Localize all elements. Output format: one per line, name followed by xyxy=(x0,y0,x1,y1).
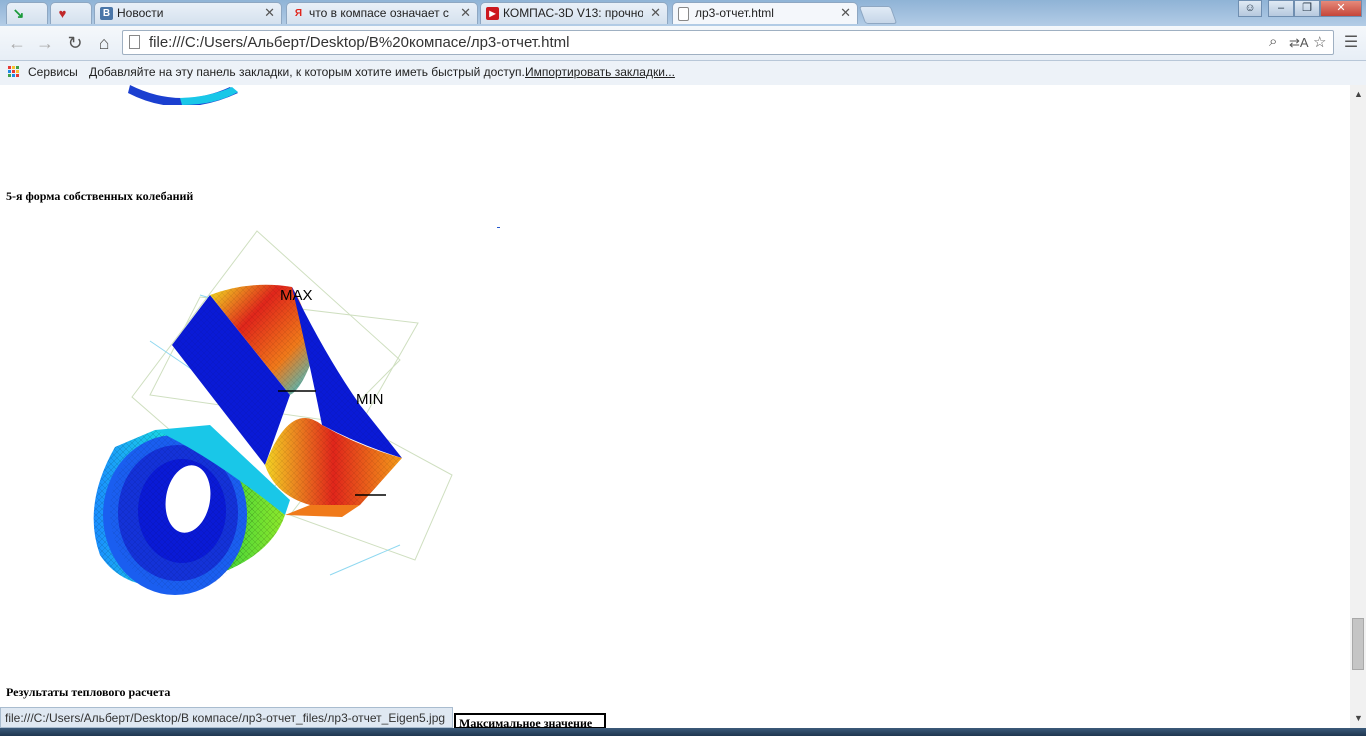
bookmarks-bar: Сервисы Добавляйте на эту панель закладк… xyxy=(0,61,1366,85)
tab-pinned-1[interactable]: ↘ xyxy=(6,2,48,24)
scroll-down-icon[interactable]: ▼ xyxy=(1354,713,1363,723)
close-icon[interactable]: ✕ xyxy=(264,5,275,21)
maximize-button[interactable]: ❐ xyxy=(1294,0,1320,17)
green-arrow-icon: ↘ xyxy=(12,5,25,21)
scroll-up-icon[interactable]: ▲ xyxy=(1354,89,1363,99)
stray-mark xyxy=(497,227,500,228)
forward-icon[interactable]: → xyxy=(34,32,56,54)
page-icon xyxy=(678,7,689,21)
previous-fem-image-fragment xyxy=(128,85,238,105)
bookmarks-hint: Добавляйте на эту панель закладки, к кот… xyxy=(89,65,525,79)
close-window-button[interactable]: ✕ xyxy=(1320,0,1362,17)
vertical-scrollbar[interactable]: ▲ ▼ xyxy=(1350,85,1366,728)
section-title-thermal: Результаты теплового расчета xyxy=(6,685,171,699)
scrollbar-thumb[interactable] xyxy=(1352,618,1364,670)
back-icon[interactable]: ← xyxy=(6,32,28,54)
os-taskbar xyxy=(0,728,1366,736)
tab-label: Новости xyxy=(117,6,164,20)
new-tab-button[interactable] xyxy=(858,6,898,24)
tab-news[interactable]: В Новости ✕ xyxy=(94,2,282,24)
tab-pinned-2[interactable]: ♥ xyxy=(50,2,92,24)
yandex-icon: Я xyxy=(294,8,303,19)
youtube-icon: ▶ xyxy=(486,7,499,20)
translate-icon[interactable]: ⇄A xyxy=(1289,35,1309,51)
menu-icon[interactable]: ☰ xyxy=(1340,32,1362,54)
min-label: MIN xyxy=(356,391,384,408)
close-icon[interactable]: ✕ xyxy=(460,5,471,21)
tab-label: КОМПАС-3D V13: прочнос xyxy=(503,6,643,20)
import-bookmarks-link[interactable]: Импортировать закладки... xyxy=(525,65,675,79)
page-icon xyxy=(129,35,140,49)
max-label: MAX xyxy=(280,287,313,304)
navigation-toolbar: ← → ↻ ⌂ file:///C:/Users/Альберт/Desktop… xyxy=(0,26,1366,61)
address-bar[interactable]: file:///C:/Users/Альберт/Desktop/В%20ком… xyxy=(122,30,1334,55)
browser-frame: ↘ ♥ В Новости ✕ Я что в компасе означает… xyxy=(0,0,1366,85)
tab-label: лр3-отчет.html xyxy=(695,6,774,20)
section-title-mode5: 5-я форма собственных колебаний xyxy=(6,189,194,203)
minimize-button[interactable]: ‒ xyxy=(1268,0,1294,17)
close-icon[interactable]: ✕ xyxy=(840,5,851,21)
fem-mode5-image[interactable] xyxy=(60,215,480,605)
tab-report[interactable]: лр3-отчет.html ✕ xyxy=(672,2,858,24)
table-header-max-value: Максимальное значение xyxy=(454,713,606,730)
page-content: 5-я форма собственных колебаний MAX MIN … xyxy=(0,85,1350,728)
url-text[interactable]: file:///C:/Users/Альберт/Desktop/В%20ком… xyxy=(149,34,570,51)
close-icon[interactable]: ✕ xyxy=(650,5,661,21)
tab-youtube[interactable]: ▶ КОМПАС-3D V13: прочнос ✕ xyxy=(480,2,668,24)
home-icon[interactable]: ⌂ xyxy=(93,32,115,54)
tab-strip: ↘ ♥ В Новости ✕ Я что в компасе означает… xyxy=(0,0,1366,26)
profile-button[interactable]: ☺ xyxy=(1238,0,1262,17)
tab-label: что в компасе означает с xyxy=(309,6,449,20)
apps-label[interactable]: Сервисы xyxy=(28,65,78,79)
vk-icon: В xyxy=(100,7,113,20)
shield-icon: ♥ xyxy=(58,6,67,21)
zoom-icon[interactable]: ⌕ xyxy=(1269,33,1277,50)
tab-search[interactable]: Я что в компасе означает с ✕ xyxy=(286,2,478,24)
star-icon[interactable]: ☆ xyxy=(1313,33,1326,51)
apps-icon[interactable] xyxy=(8,66,20,78)
status-bar: file:///C:/Users/Альберт/Desktop/В компа… xyxy=(0,707,453,728)
reload-icon[interactable]: ↻ xyxy=(64,32,86,54)
